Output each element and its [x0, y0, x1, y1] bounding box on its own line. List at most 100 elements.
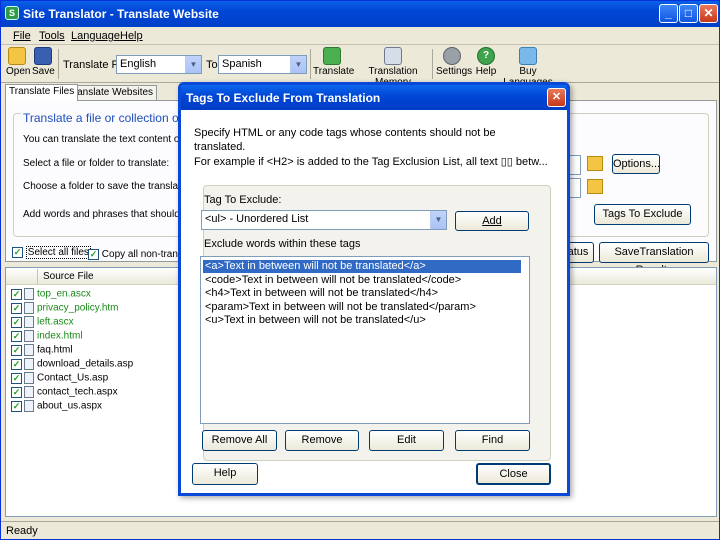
dialog-description-line2: translated.	[194, 141, 246, 153]
checkbox-checked[interactable]: ✓	[11, 288, 22, 300]
file-row[interactable]: ✓ index.html	[11, 330, 83, 344]
select-all-checkbox[interactable]: ✓ Select all files	[12, 246, 91, 260]
dialog-close-button[interactable]: Close	[476, 463, 551, 485]
help-button[interactable]: ? Help	[475, 47, 497, 77]
minimize-icon[interactable]: _	[659, 4, 678, 23]
tags-to-exclude-button[interactable]: Tags To Exclude	[594, 204, 691, 225]
close-icon[interactable]: ✕	[699, 4, 718, 23]
browse-folder-icon[interactable]	[587, 179, 603, 194]
cart-icon	[519, 47, 537, 65]
status-bar: Ready	[1, 521, 719, 540]
menu-file[interactable]: File	[13, 30, 31, 42]
menu-language[interactable]: Language	[71, 30, 120, 42]
file-name: download_details.asp	[37, 358, 134, 370]
settings-button[interactable]: Settings	[436, 47, 472, 77]
toolbar-separator	[58, 49, 59, 79]
gear-icon	[443, 47, 461, 65]
tag-to-exclude-label: Tag To Exclude:	[204, 194, 282, 206]
chevron-down-icon: ▼	[290, 56, 306, 73]
menu-tools[interactable]: Tools	[39, 30, 65, 42]
file-name: about_us.aspx	[37, 400, 103, 412]
dialog-title: Tags To Exclude From Translation	[181, 85, 567, 110]
checkbox-checked[interactable]: ✓	[11, 302, 22, 314]
exclude-words-label: Exclude words within these tags	[204, 238, 361, 250]
save-button[interactable]: Save	[32, 47, 55, 77]
menu-help[interactable]: Help	[120, 30, 143, 42]
window-title: Site Translator - Translate Website	[23, 7, 219, 21]
title-bar: S Site Translator - Translate Website _ …	[1, 1, 719, 27]
column-divider	[37, 269, 38, 284]
excluded-tag-item[interactable]: <code>Text in between will not be transl…	[203, 274, 461, 287]
toolbar: Open Save Translate From English ▼ To Spa…	[1, 45, 719, 88]
excluded-tag-item[interactable]: <u>Text in between will not be translate…	[203, 314, 426, 327]
remove-button[interactable]: Remove	[285, 430, 359, 451]
to-language-select[interactable]: Spanish ▼	[218, 55, 307, 74]
edit-button[interactable]: Edit	[369, 430, 444, 451]
checkbox-checked[interactable]: ✓	[11, 386, 22, 398]
file-row[interactable]: ✓ left.ascx	[11, 316, 74, 330]
checkbox-checked: ✓	[12, 247, 23, 258]
file-name: contact_tech.aspx	[37, 386, 118, 398]
toolbar-separator	[432, 49, 433, 79]
from-language-select[interactable]: English ▼	[116, 55, 202, 74]
checkbox-checked[interactable]: ✓	[11, 372, 22, 384]
menu-bar: File Tools Language Help	[1, 27, 719, 45]
target-path-input[interactable]	[569, 178, 581, 198]
translate-button[interactable]: Translate	[313, 47, 354, 77]
file-icon	[24, 302, 34, 314]
app-icon: S	[5, 6, 19, 20]
excluded-tag-item[interactable]: <a>Text in between will not be translate…	[203, 260, 521, 273]
copy-all-checkbox[interactable]: ✓ Copy all non-transla	[88, 249, 191, 260]
remove-all-button[interactable]: Remove All	[202, 430, 277, 451]
file-icon	[24, 372, 34, 384]
file-name: left.ascx	[37, 316, 74, 328]
source-path-input[interactable]	[569, 155, 581, 175]
file-name: top_en.ascx	[37, 288, 91, 300]
checkbox-checked: ✓	[88, 249, 99, 260]
file-icon	[24, 386, 34, 398]
maximize-icon[interactable]: □	[679, 4, 698, 23]
file-name: privacy_policy.htm	[37, 302, 119, 314]
file-row[interactable]: ✓ top_en.ascx	[11, 288, 91, 302]
status-text: Ready	[6, 525, 38, 537]
dialog-close-icon[interactable]: ✕	[547, 88, 566, 107]
checkbox-checked[interactable]: ✓	[11, 344, 22, 356]
file-row[interactable]: ✓ about_us.aspx	[11, 400, 102, 414]
folder-open-icon	[8, 47, 26, 65]
file-name: faq.html	[37, 344, 73, 356]
checkbox-checked[interactable]: ✓	[11, 358, 22, 370]
save-translation-results-button[interactable]: SaveTranslation Results	[599, 242, 709, 276]
dialog-help-button[interactable]: Help	[192, 463, 258, 485]
checkbox-checked[interactable]: ✓	[11, 330, 22, 342]
help-icon: ?	[477, 47, 495, 65]
file-name: Contact_Us.asp	[37, 372, 109, 384]
file-icon	[24, 358, 34, 370]
file-row[interactable]: ✓ download_details.asp	[11, 358, 133, 372]
file-row[interactable]: ✓ contact_tech.aspx	[11, 386, 118, 400]
checkbox-checked[interactable]: ✓	[11, 400, 22, 412]
excluded-tag-item[interactable]: <param>Text in between will not be trans…	[203, 301, 476, 314]
chevron-down-icon: ▼	[185, 56, 201, 73]
file-name: index.html	[37, 330, 83, 342]
browse-folder-icon[interactable]	[587, 156, 603, 171]
file-icon	[24, 330, 34, 342]
tab-translate-files[interactable]: Translate Files	[5, 84, 79, 101]
select-file-label: Select a file or folder to translate:	[23, 158, 170, 169]
checkbox-checked[interactable]: ✓	[11, 316, 22, 328]
translate-icon	[323, 47, 341, 65]
chevron-down-icon: ▼	[430, 211, 446, 229]
add-button[interactable]: Add	[455, 211, 529, 231]
tag-to-exclude-select[interactable]: <ul> - Unordered List ▼	[201, 210, 447, 230]
find-button[interactable]: Find	[455, 430, 530, 451]
file-row[interactable]: ✓ Contact_Us.asp	[11, 372, 108, 386]
source-file-column-header[interactable]: Source File	[43, 271, 94, 282]
file-row[interactable]: ✓ faq.html	[11, 344, 73, 358]
excluded-tag-item[interactable]: <h4>Text in between will not be translat…	[203, 287, 438, 300]
dialog-description-line1: Specify HTML or any code tags whose cont…	[194, 127, 496, 139]
document-search-icon	[384, 47, 402, 65]
floppy-disk-icon	[34, 47, 52, 65]
options-button[interactable]: Options...	[612, 154, 660, 174]
file-icon	[24, 344, 34, 356]
file-row[interactable]: ✓ privacy_policy.htm	[11, 302, 119, 316]
open-button[interactable]: Open	[6, 47, 30, 77]
